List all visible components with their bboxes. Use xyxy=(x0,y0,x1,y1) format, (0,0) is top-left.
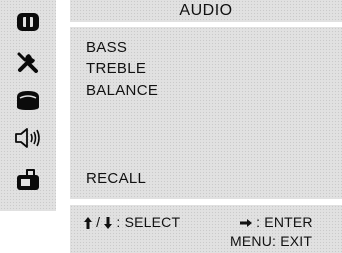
audio-menu: BASS TREBLE BALANCE RECALL xyxy=(70,27,342,199)
picture-icon[interactable] xyxy=(8,6,48,38)
colon-separator: : xyxy=(112,214,125,230)
tools-icon[interactable] xyxy=(8,45,48,77)
menu-item-recall[interactable]: RECALL xyxy=(86,170,146,188)
key-hint-bar: / : SELECT : ENTER MENU: EXIT xyxy=(70,205,342,253)
menu-icon-sidebar xyxy=(0,0,56,211)
slash-separator: / xyxy=(92,214,105,230)
setup-icon[interactable] xyxy=(8,164,48,196)
speaker-icon[interactable] xyxy=(8,122,48,154)
select-hint: / : SELECT xyxy=(84,214,180,230)
menu-item-balance[interactable]: BALANCE xyxy=(86,82,158,100)
menu-item-treble[interactable]: TREBLE xyxy=(86,60,146,78)
tv-icon[interactable] xyxy=(8,84,48,116)
colon-separator: : xyxy=(252,214,265,230)
enter-label: ENTER xyxy=(264,214,313,230)
select-label: SELECT xyxy=(124,214,181,230)
enter-hint: : ENTER xyxy=(240,214,313,230)
up-arrow-icon xyxy=(84,217,92,230)
page-title: AUDIO xyxy=(179,2,233,19)
menu-item-bass[interactable]: BASS xyxy=(86,39,127,57)
right-arrow-icon xyxy=(240,219,252,228)
title-bar: AUDIO xyxy=(70,0,342,22)
exit-hint: MENU: EXIT xyxy=(230,233,313,249)
